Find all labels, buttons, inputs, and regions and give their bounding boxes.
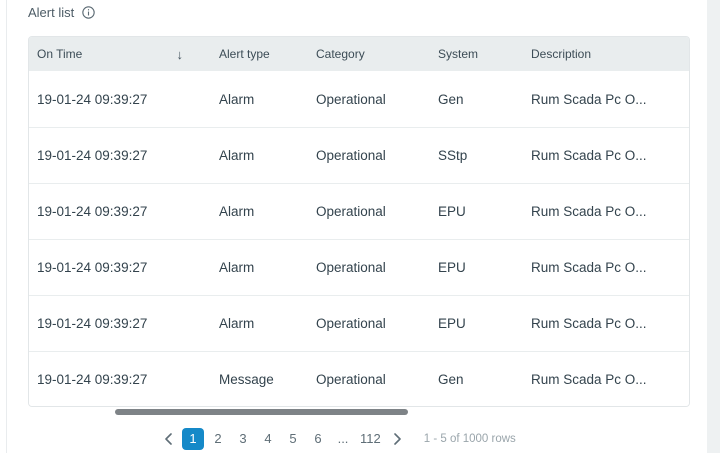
sort-desc-icon: ↓ xyxy=(176,46,184,62)
cell-system: EPU xyxy=(438,260,466,275)
cell-category: Operational xyxy=(316,91,386,107)
cell-alert-type: Alarm xyxy=(219,91,255,107)
cell-alert-type: Alarm xyxy=(219,204,255,219)
column-header-category[interactable]: Category xyxy=(308,47,430,61)
page-title: Alert list xyxy=(28,5,75,20)
cell-category: Operational xyxy=(316,148,386,163)
cell-on-time: 19-01-24 09:39:27 xyxy=(37,372,148,387)
cell-description: Rum Scada Pc O... xyxy=(531,91,647,107)
cell-system: EPU xyxy=(438,316,466,331)
page-button-5[interactable]: 5 xyxy=(282,428,304,450)
cell-category: Operational xyxy=(316,316,386,331)
previous-page-icon[interactable] xyxy=(157,428,179,450)
cell-description: Rum Scada Pc O... xyxy=(531,260,647,275)
page-button-2[interactable]: 2 xyxy=(207,428,229,450)
table-row[interactable]: 19-01-24 09:39:27 Alarm Operational Gen … xyxy=(29,71,689,127)
table-row[interactable]: 19-01-24 09:39:27 Alarm Operational EPU … xyxy=(29,295,689,351)
cell-description: Rum Scada Pc O... xyxy=(531,148,647,163)
cell-alert-type: Message xyxy=(219,372,274,387)
alert-list-header: Alert list xyxy=(28,5,95,20)
column-header-on-time[interactable]: On Time ↓ xyxy=(29,47,211,62)
cell-system: EPU xyxy=(438,204,466,219)
page-button-4[interactable]: 4 xyxy=(257,428,279,450)
cell-description: Rum Scada Pc O... xyxy=(531,372,647,387)
page-button-6[interactable]: 6 xyxy=(307,428,329,450)
page-button-3[interactable]: 3 xyxy=(232,428,254,450)
cell-alert-type: Alarm xyxy=(219,316,255,331)
cell-category: Operational xyxy=(316,372,386,387)
page-button-112[interactable]: 112 xyxy=(357,428,384,450)
cell-description: Rum Scada Pc O... xyxy=(531,316,647,331)
info-icon[interactable] xyxy=(82,6,95,19)
table-row[interactable]: 19-01-24 09:39:27 Message Operational Ge… xyxy=(29,351,689,406)
page-buttons: 1 2 3 4 5 6... 112 xyxy=(182,427,384,450)
row-range-label: 1 - 5 of 1000 rows xyxy=(423,432,516,445)
column-label: Description xyxy=(531,47,592,61)
cell-on-time: 19-01-24 09:39:27 xyxy=(37,316,148,331)
table-row[interactable]: 19-01-24 09:39:27 Alarm Operational SStp… xyxy=(29,127,689,183)
column-label: Alert type xyxy=(219,47,270,61)
column-header-system[interactable]: System xyxy=(430,47,523,61)
adjacent-panel-edge xyxy=(707,0,720,453)
cell-alert-type: Alarm xyxy=(219,260,255,275)
pagination: 1 2 3 4 5 6... 112 1 - 5 of 1000 rows xyxy=(157,427,516,450)
column-label: System xyxy=(438,47,479,61)
cell-on-time: 19-01-24 09:39:27 xyxy=(37,91,148,107)
column-header-alert-type[interactable]: Alert type xyxy=(211,47,308,61)
cell-category: Operational xyxy=(316,204,386,219)
cell-on-time: 19-01-24 09:39:27 xyxy=(37,260,148,275)
cell-system: SStp xyxy=(438,148,468,163)
table-row[interactable]: 19-01-24 09:39:27 Alarm Operational EPU … xyxy=(29,183,689,239)
table-header-row: On Time ↓ Alert type Category System Des… xyxy=(29,37,689,71)
column-label: On Time xyxy=(37,47,83,61)
page-ellipsis: ... xyxy=(337,431,349,446)
cell-on-time: 19-01-24 09:39:27 xyxy=(37,148,148,163)
horizontal-scrollbar-thumb[interactable] xyxy=(115,409,408,415)
next-page-icon[interactable] xyxy=(387,428,409,450)
cell-alert-type: Alarm xyxy=(219,148,255,163)
column-label: Category xyxy=(316,47,365,61)
cell-system: Gen xyxy=(438,91,464,107)
cell-system: Gen xyxy=(438,372,464,387)
panel-divider xyxy=(6,0,7,453)
table-body: 19-01-24 09:39:27 Alarm Operational Gen … xyxy=(29,71,689,406)
cell-on-time: 19-01-24 09:39:27 xyxy=(37,204,148,219)
cell-category: Operational xyxy=(316,260,386,275)
column-header-description[interactable]: Description xyxy=(523,47,689,61)
table-row[interactable]: 19-01-24 09:39:27 Alarm Operational EPU … xyxy=(29,239,689,295)
alert-table: On Time ↓ Alert type Category System Des… xyxy=(28,36,690,407)
cell-description: Rum Scada Pc O... xyxy=(531,204,647,219)
page-button-1[interactable]: 1 xyxy=(182,427,204,450)
